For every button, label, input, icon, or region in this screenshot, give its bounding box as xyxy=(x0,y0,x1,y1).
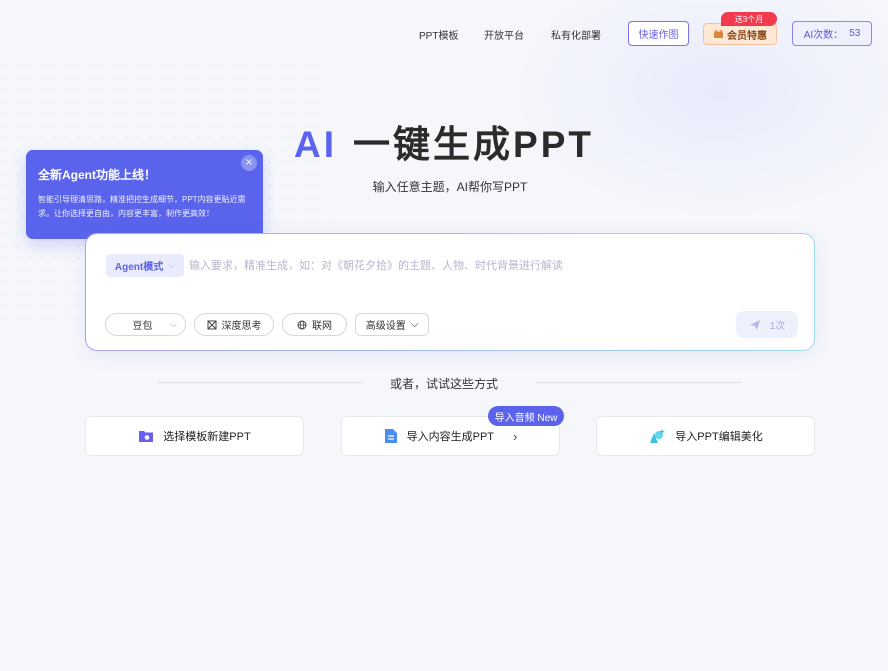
agent-mode-label: Agent模式 xyxy=(114,262,164,273)
advanced-settings-select[interactable]: 高级设置 ⌵ xyxy=(355,313,429,336)
title-ai: AI xyxy=(294,124,338,165)
vip-offer-label: 会员特惠 xyxy=(727,30,767,42)
option-import-beautify[interactable]: 导入PPT编辑美化 xyxy=(596,416,815,456)
vip-promo-badge: 送3个月 xyxy=(721,12,777,26)
title-main: 一键生成PPT xyxy=(353,124,594,165)
crown-icon xyxy=(714,29,723,38)
folder-icon xyxy=(139,431,154,442)
option-template-label: 选择模板新建PPT xyxy=(163,431,251,443)
tooltip-body: 智能引导理清思路，精准把控生成细节，PPT内容更贴近需求。让你选择更自由，内容更… xyxy=(38,195,246,218)
option-import-label: 导入内容生成PPT xyxy=(406,431,495,443)
ai-count-button[interactable]: AI次数： 53 xyxy=(792,21,872,46)
chevron-down-icon: ⌵ xyxy=(168,260,176,270)
model-select-label: 豆包 xyxy=(132,321,153,332)
send-button[interactable]: 1次 xyxy=(736,311,798,338)
close-icon[interactable]: × xyxy=(241,155,257,171)
magic-wand-icon xyxy=(650,429,666,443)
ai-count-value: 53 xyxy=(849,28,861,39)
option-beautify-label: 导入PPT编辑美化 xyxy=(675,431,763,443)
nav-link-open-platform[interactable]: 开放平台 xyxy=(484,27,524,42)
prompt-input[interactable] xyxy=(189,254,789,277)
nav-link-ppt-templates[interactable]: PPT模板 xyxy=(419,27,458,42)
option-template-new[interactable]: 选择模板新建PPT xyxy=(85,416,304,456)
vip-offer-button[interactable]: 会员特惠 xyxy=(703,23,777,45)
agent-mode-select[interactable]: Agent模式 ⌵ xyxy=(106,254,184,277)
document-icon xyxy=(384,429,397,443)
send-icon xyxy=(749,319,760,330)
alternatives-heading: 或者，试试这些方式 xyxy=(389,377,498,391)
web-search-toggle[interactable]: 联网 xyxy=(282,313,347,336)
agent-feature-tooltip: × 全新Agent功能上线！ 智能引导理清思路，精准把控生成细节，PPT内容更贴… xyxy=(26,150,263,245)
advanced-settings-label: 高级设置 xyxy=(365,321,406,332)
top-nav: PPT模板 开放平台 私有化部署 快速作图 会员特惠 送3个月 AI次数： 53 xyxy=(0,0,888,68)
tooltip-title: 全新Agent功能上线！ xyxy=(38,168,156,182)
chevron-down-icon: ⌵ xyxy=(410,319,419,330)
nav-link-private-deploy[interactable]: 私有化部署 xyxy=(551,27,601,42)
chevron-right-icon: › xyxy=(513,428,518,444)
send-count: 1次 xyxy=(769,321,786,332)
atom-icon xyxy=(207,320,216,329)
import-audio-new-badge: 导入音频 New xyxy=(488,406,564,426)
ai-count-label: AI次数： xyxy=(803,30,844,41)
web-search-label: 联网 xyxy=(312,321,332,332)
chevron-down-icon: ⌵ xyxy=(170,319,177,329)
quick-draw-button[interactable]: 快速作图 xyxy=(628,21,689,46)
prompt-card: Agent模式 ⌵ 豆包 ⌵ 深度思考 联网 高级设置 ⌵ 1次 xyxy=(85,233,815,351)
model-select[interactable]: 豆包 ⌵ xyxy=(105,313,186,336)
globe-icon xyxy=(297,320,307,329)
deep-think-label: 深度思考 xyxy=(221,321,262,332)
deep-think-toggle[interactable]: 深度思考 xyxy=(194,313,274,336)
